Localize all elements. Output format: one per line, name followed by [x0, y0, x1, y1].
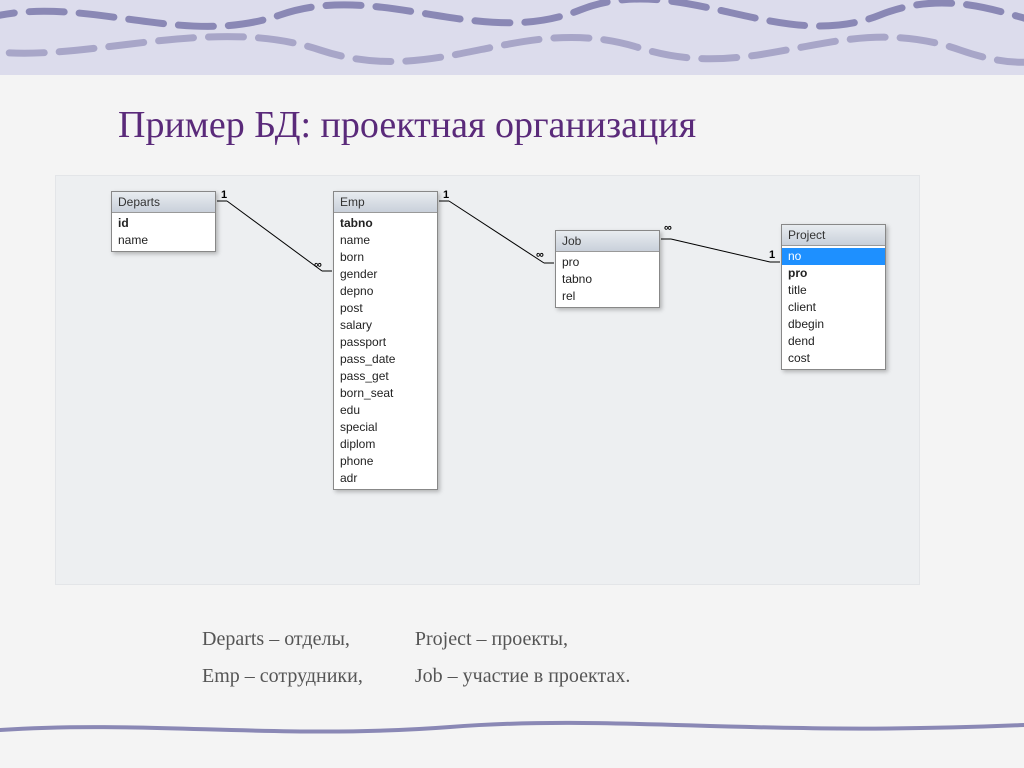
- svg-text:∞: ∞: [664, 222, 672, 234]
- field-row[interactable]: passport: [334, 334, 437, 351]
- field-row[interactable]: no: [782, 248, 885, 265]
- table-body: noprotitleclientdbegindendcost: [782, 246, 885, 369]
- table-body: idname: [112, 213, 215, 251]
- field-row[interactable]: born: [334, 249, 437, 266]
- field-row[interactable]: client: [782, 299, 885, 316]
- er-diagram: 1∞1∞∞1 DepartsidnameEmptabnonameborngend…: [55, 175, 920, 585]
- field-row[interactable]: name: [334, 232, 437, 249]
- field-row[interactable]: edu: [334, 402, 437, 419]
- svg-text:∞: ∞: [314, 259, 322, 271]
- field-row[interactable]: post: [334, 300, 437, 317]
- table-job[interactable]: Jobprotabnorel: [555, 230, 660, 308]
- field-row[interactable]: special: [334, 419, 437, 436]
- table-emp[interactable]: Emptabnonameborngenderdepnopostsalarypas…: [333, 191, 438, 490]
- field-row[interactable]: salary: [334, 317, 437, 334]
- field-row[interactable]: pass_date: [334, 351, 437, 368]
- field-row[interactable]: dbegin: [782, 316, 885, 333]
- field-row[interactable]: born_seat: [334, 385, 437, 402]
- legend-emp: Emp – сотрудники,: [202, 659, 413, 694]
- field-row[interactable]: gender: [334, 266, 437, 283]
- table-body: protabnorel: [556, 252, 659, 307]
- svg-text:1: 1: [769, 249, 775, 261]
- footer-decoration: [0, 715, 1024, 745]
- field-row[interactable]: tabno: [334, 215, 437, 232]
- field-row[interactable]: cost: [782, 350, 885, 367]
- field-row[interactable]: pass_get: [334, 368, 437, 385]
- svg-text:1: 1: [221, 189, 227, 201]
- field-row[interactable]: depno: [334, 283, 437, 300]
- table-project[interactable]: Projectnoprotitleclientdbegindendcost: [781, 224, 886, 370]
- legend: Departs – отделы, Project – проекты, Emp…: [200, 620, 682, 696]
- header-decoration: [0, 0, 1024, 75]
- field-row[interactable]: dend: [782, 333, 885, 350]
- legend-departs: Departs – отделы,: [202, 622, 413, 657]
- field-row[interactable]: tabno: [556, 271, 659, 288]
- field-row[interactable]: adr: [334, 470, 437, 487]
- relation-line[interactable]: 1∞: [217, 189, 332, 271]
- svg-text:∞: ∞: [536, 249, 544, 261]
- slide-title: Пример БД: проектная организация: [118, 103, 1024, 147]
- legend-project: Project – проекты,: [415, 622, 681, 657]
- legend-job: Job – участие в проектах.: [415, 659, 681, 694]
- table-header[interactable]: Departs: [112, 192, 215, 213]
- field-row[interactable]: name: [112, 232, 215, 249]
- svg-text:1: 1: [443, 189, 449, 201]
- table-body: tabnonameborngenderdepnopostsalarypasspo…: [334, 213, 437, 489]
- field-row[interactable]: phone: [334, 453, 437, 470]
- table-header[interactable]: Job: [556, 231, 659, 252]
- field-row[interactable]: pro: [556, 254, 659, 271]
- field-row[interactable]: pro: [782, 265, 885, 282]
- field-row[interactable]: diplom: [334, 436, 437, 453]
- field-row[interactable]: id: [112, 215, 215, 232]
- field-row[interactable]: rel: [556, 288, 659, 305]
- table-header[interactable]: Project: [782, 225, 885, 246]
- table-header[interactable]: Emp: [334, 192, 437, 213]
- table-departs[interactable]: Departsidname: [111, 191, 216, 252]
- field-row[interactable]: title: [782, 282, 885, 299]
- relation-line[interactable]: 1∞: [439, 189, 554, 263]
- relation-line[interactable]: ∞1: [661, 222, 780, 262]
